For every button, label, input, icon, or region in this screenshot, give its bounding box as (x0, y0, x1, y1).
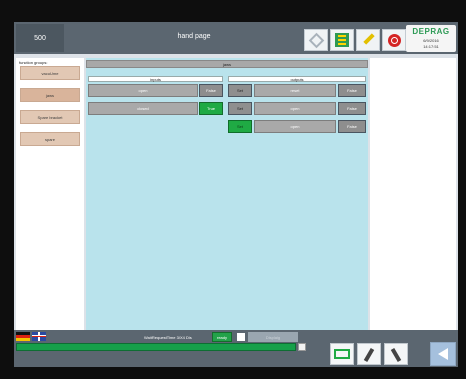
wrench-icon (363, 33, 375, 45)
grid-button[interactable] (330, 29, 354, 51)
screw-button[interactable] (384, 343, 408, 365)
screw-icon (390, 347, 402, 363)
group-title-bar: jaws (86, 60, 368, 68)
back-button[interactable] (430, 342, 456, 366)
group-vacuume[interactable]: vacuUme (20, 66, 80, 80)
group-spare-bracket[interactable]: Spare bracket (20, 110, 80, 124)
output-name: open (254, 102, 336, 115)
ready-indicator: ready (212, 332, 232, 342)
station-code: 500 (16, 24, 64, 52)
status-text: WaitRequestTime 3/X4 Dis (144, 335, 192, 340)
progress-end (298, 343, 306, 351)
set-button[interactable]: Set (228, 120, 252, 133)
input-state: False (199, 84, 223, 97)
group-spare[interactable]: spare (20, 132, 80, 146)
progress-bar (16, 343, 296, 351)
bottom-bar: WaitRequestTime 3/X4 Dis ready Displaig (14, 330, 458, 367)
power-icon (388, 34, 401, 47)
top-bar: 500 hand page DEPRAG 6/9/2016 14:17:51 (14, 22, 458, 54)
lock-icon (237, 333, 245, 341)
pen-icon (363, 347, 375, 363)
output-name: reset (254, 84, 336, 97)
input-state: True (199, 102, 223, 115)
back-icon (438, 348, 448, 360)
right-panel (370, 58, 456, 330)
disabled-button[interactable]: Displaig (248, 332, 298, 342)
input-name: open (88, 84, 198, 97)
output-state: False (338, 102, 366, 115)
power-button[interactable] (382, 29, 406, 51)
set-button[interactable]: Set (228, 84, 252, 97)
settings-button[interactable] (304, 29, 328, 51)
grid-icon (335, 33, 349, 47)
time-label: 14:17:51 (423, 44, 439, 49)
page-title: hand page (177, 33, 211, 40)
outputs-header: outputs (228, 76, 366, 82)
group-jaws[interactable]: jaws (20, 88, 80, 102)
key-icon (308, 32, 325, 49)
date-label: 6/9/2016 (423, 38, 439, 43)
language-de-button[interactable] (16, 332, 30, 341)
language-en-button[interactable] (32, 332, 46, 341)
tool-button[interactable] (356, 29, 380, 51)
brand-logo: DEPRAG 6/9/2016 14:17:51 (406, 25, 456, 52)
input-name: closed (88, 102, 198, 115)
rectangle-icon (334, 349, 350, 359)
io-area: jaws inputs outputs open False closed Tr… (86, 58, 368, 330)
inputs-header: inputs (88, 76, 223, 82)
output-state: False (338, 84, 366, 97)
function-groups-panel: function groups: vacuUme jaws Spare brac… (16, 58, 84, 330)
output-name: open (254, 120, 336, 133)
brand-name: DEPRAG (412, 27, 450, 36)
pen-button[interactable] (357, 343, 381, 365)
set-button[interactable]: Set (228, 102, 252, 115)
app-screen: 500 hand page DEPRAG 6/9/2016 14:17:51 f… (14, 22, 458, 367)
output-state: False (338, 120, 366, 133)
green-mode-button[interactable] (330, 343, 354, 365)
function-groups-title: function groups: (19, 60, 48, 65)
